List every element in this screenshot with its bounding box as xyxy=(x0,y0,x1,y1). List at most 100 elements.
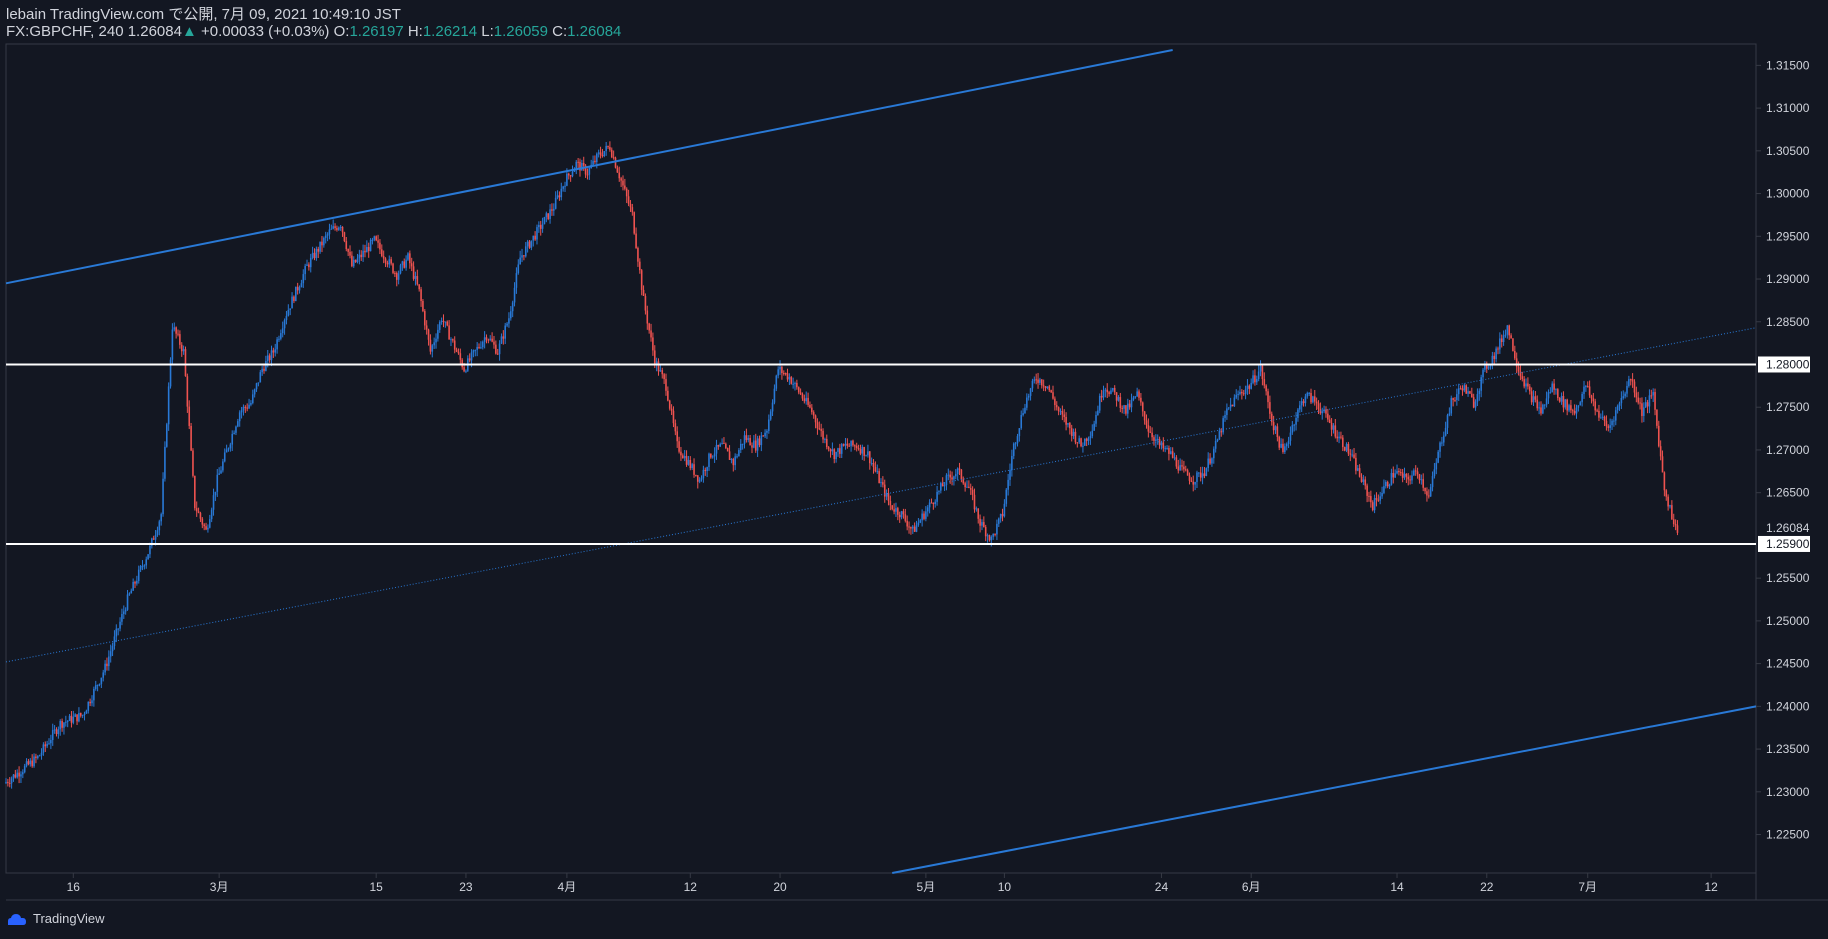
candle-body xyxy=(842,444,845,446)
candle-body xyxy=(7,781,9,784)
candle-body xyxy=(988,535,991,541)
channel-line[interactable] xyxy=(892,705,1757,874)
candle-body xyxy=(1444,427,1447,436)
candle-body xyxy=(87,701,90,711)
candle-body xyxy=(313,252,316,259)
candle-body xyxy=(1472,397,1475,408)
candle-body xyxy=(186,376,189,407)
candle-body xyxy=(1259,365,1262,372)
candle-body xyxy=(1500,338,1503,343)
candle-body xyxy=(588,168,591,175)
candle-body xyxy=(180,344,183,352)
candle-body xyxy=(285,315,288,321)
candle-body xyxy=(1027,395,1030,398)
candle-body xyxy=(530,240,533,248)
candle-body xyxy=(596,153,598,162)
candle-body xyxy=(48,743,50,745)
candle-body xyxy=(768,419,770,431)
candle-body xyxy=(1143,411,1146,421)
candle-body xyxy=(913,526,916,532)
candle-body xyxy=(833,449,836,460)
candle-body xyxy=(1029,388,1032,396)
time-tick-label: 15 xyxy=(370,880,384,894)
candle-body xyxy=(85,710,88,714)
candle-body xyxy=(433,342,435,346)
candle-body xyxy=(384,258,387,263)
candle-body xyxy=(874,467,877,472)
candle-body xyxy=(207,527,209,530)
candle-body xyxy=(1095,415,1097,424)
candle-body xyxy=(786,373,789,380)
candle-body xyxy=(1136,391,1138,397)
candle-body xyxy=(1665,490,1668,497)
candle-body xyxy=(911,526,914,529)
candle-body xyxy=(958,468,961,470)
candle-body xyxy=(424,311,426,326)
candle-body xyxy=(689,460,692,469)
candle-body xyxy=(1113,387,1116,393)
candle-body xyxy=(382,256,385,259)
candle-body xyxy=(1119,397,1122,409)
candle-body xyxy=(1196,472,1198,482)
candle-body xyxy=(1620,397,1623,404)
candle-body xyxy=(399,265,402,274)
time-axis[interactable]: 16 3月 15 23 4月 12 20 5月 10 24 6月 14 22 7月 12 xyxy=(67,873,1718,894)
candle-body xyxy=(1592,398,1595,402)
candle-series[interactable] xyxy=(5,141,1679,789)
candle-body xyxy=(1179,465,1181,471)
candle-body xyxy=(265,361,267,371)
candle-body xyxy=(68,715,71,721)
candle-body xyxy=(631,207,634,213)
candle-body xyxy=(321,241,323,246)
candle-body xyxy=(158,521,161,531)
candle-body xyxy=(1446,415,1449,428)
price-tick-label: 1.23500 xyxy=(1766,742,1810,756)
candle-body xyxy=(1661,456,1664,473)
candle-body xyxy=(190,425,192,451)
candle-body xyxy=(865,455,867,457)
price-axis[interactable]: 1.31500 1.31000 1.30500 1.30000 1.29500 1.290… xyxy=(1756,58,1810,842)
candle-body xyxy=(223,452,226,462)
channel-lines[interactable] xyxy=(5,49,1757,874)
candle-body xyxy=(713,453,716,457)
tradingview-logo[interactable]: TradingView xyxy=(6,911,105,926)
candle-body xyxy=(1198,472,1200,474)
candle-body xyxy=(867,451,869,456)
candle-body xyxy=(1635,392,1638,398)
candle-body xyxy=(1216,439,1219,441)
candle-body xyxy=(319,241,321,252)
candle-body xyxy=(805,397,808,402)
candle-body xyxy=(274,349,277,353)
candle-body xyxy=(549,209,551,219)
candle-body xyxy=(1226,408,1228,415)
candle-body xyxy=(309,257,312,268)
candle-body xyxy=(352,259,355,267)
candle-body xyxy=(184,349,187,377)
candle-body xyxy=(521,255,523,258)
candle-body xyxy=(824,438,826,440)
candle-body xyxy=(1471,393,1473,398)
candle-body xyxy=(1212,448,1215,459)
candle-body xyxy=(872,462,875,468)
candle-body xyxy=(695,474,697,476)
candle-body xyxy=(1523,379,1525,387)
channel-line[interactable] xyxy=(5,49,1173,285)
candle-body xyxy=(693,464,695,475)
price-chart[interactable]: 1.31500 1.31000 1.30500 1.30000 1.29500 1.290… xyxy=(0,0,1828,939)
candle-body xyxy=(1656,409,1658,426)
channel-midline[interactable] xyxy=(5,327,1757,663)
candle-body xyxy=(569,175,572,177)
horizontal-levels[interactable] xyxy=(6,363,1756,545)
candle-body xyxy=(624,185,626,189)
candle-body xyxy=(956,468,959,475)
candle-body xyxy=(283,320,286,329)
candle-body xyxy=(1082,445,1084,447)
candle-body xyxy=(796,382,798,388)
candle-body xyxy=(1050,390,1052,393)
candle-body xyxy=(1521,376,1524,380)
candle-body xyxy=(556,195,559,198)
candle-body xyxy=(1011,455,1013,471)
candle-body xyxy=(1263,379,1266,386)
candle-body xyxy=(27,761,30,765)
candle-body xyxy=(302,274,305,284)
